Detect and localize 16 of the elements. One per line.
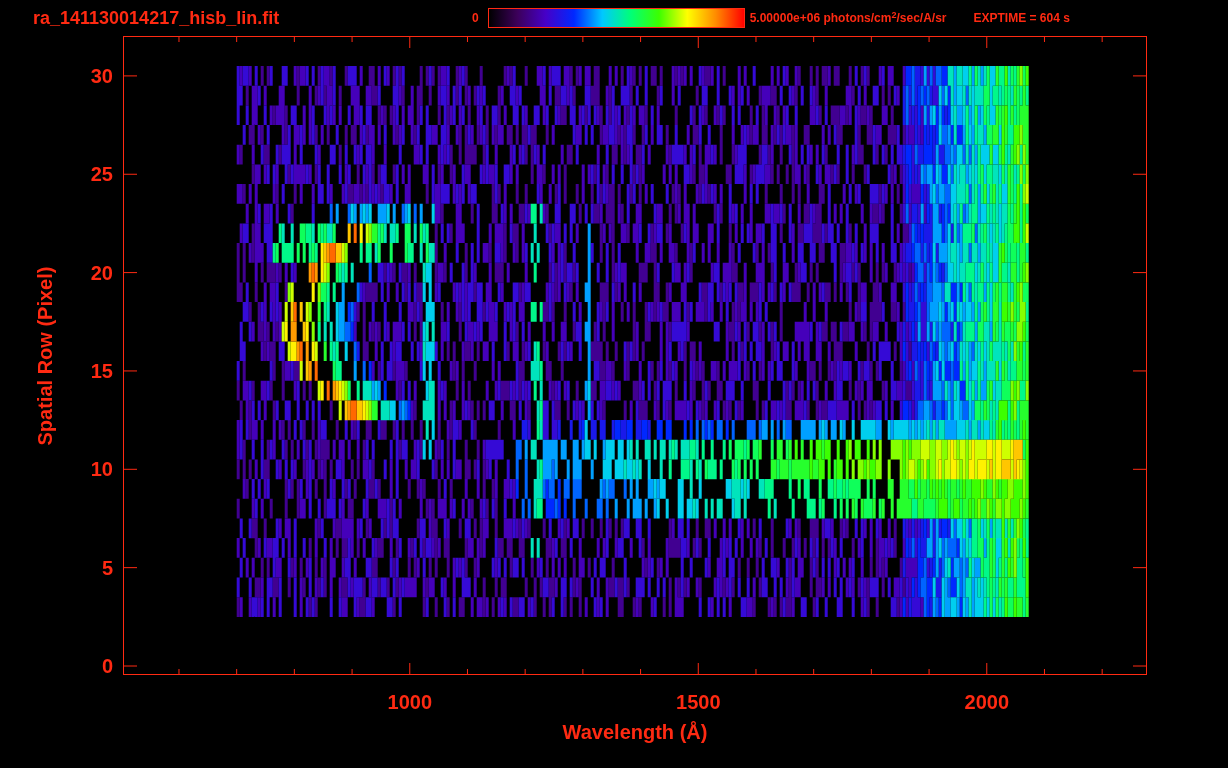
y-tick-label: 0 (101, 656, 113, 676)
y-tick-label: 25 (90, 164, 113, 185)
colorbar-min-label: 0 (472, 10, 479, 27)
exposure-time: EXPTIME = 604 s (973, 10, 1070, 27)
x-tick-label: 1000 (386, 692, 433, 712)
y-axis-label: Spatial Row (Pixel) (33, 265, 57, 448)
file-title: ra_141130014217_hisb_lin.fit (33, 9, 281, 27)
y-tick-label: 10 (90, 459, 113, 480)
colorbar-max-label: 5.00000e+06 photons/cm$^{2}$/sec/A/sr (749, 9, 947, 27)
y-tick-label: 5 (101, 557, 113, 578)
x-axis-label: Wavelength (Å) (562, 722, 708, 742)
y-tick-label: 20 (90, 262, 113, 283)
x-tick-label: 2000 (963, 692, 1010, 712)
y-tick-label: 15 (90, 360, 113, 381)
y-tick-label: 30 (90, 65, 113, 86)
x-tick-label: 1500 (675, 692, 722, 712)
